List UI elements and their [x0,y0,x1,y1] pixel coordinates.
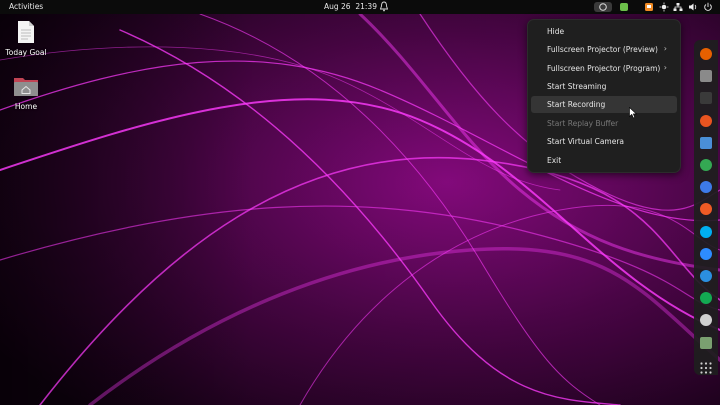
activities-button[interactable]: Activities [9,2,43,11]
menu-item-label: Fullscreen Projector (Program) [547,64,661,73]
skype-icon[interactable] [700,225,712,238]
app-green-icon[interactable] [619,2,629,12]
desktop-item-label: Today Goal [5,48,47,57]
clock[interactable]: Aug 26 21:39 [324,2,377,11]
menu-item-start-virtual-camera[interactable]: Start Virtual Camera [531,133,677,150]
home-folder-icon [14,78,38,96]
zoom-icon[interactable] [700,247,712,260]
menu-item-hide[interactable]: Hide [531,23,677,40]
menu-item-fullscreen-projector-program[interactable]: Fullscreen Projector (Program) › [531,60,677,77]
menu-item-label: Start Virtual Camera [547,137,625,146]
menu-item-label: Exit [547,156,562,165]
software-icon[interactable] [700,114,712,127]
menu-item-start-streaming[interactable]: Start Streaming [531,78,677,95]
date-label: Aug 26 [324,2,351,11]
obs-icon[interactable] [594,2,612,12]
show-apps-icon[interactable] [700,359,712,374]
alarm-icon[interactable] [380,1,388,12]
trash-icon[interactable] [700,336,712,349]
menu-item-exit[interactable]: Exit [531,152,677,169]
obs-tray-menu: Hide Fullscreen Projector (Preview) › Fu… [527,19,681,173]
menu-item-label: Start Replay Buffer [547,119,619,128]
chevron-right-icon: › [663,44,667,53]
postman-icon[interactable] [700,203,712,216]
top-bar: Activities Aug 26 21:39 [0,0,720,14]
menu-item-fullscreen-projector-preview[interactable]: Fullscreen Projector (Preview) › [531,41,677,58]
chevron-right-icon: › [663,63,667,72]
network-icon[interactable] [673,2,683,12]
chrome-icon[interactable] [700,159,712,171]
menu-item-label: Hide [547,27,565,36]
firefox-icon[interactable] [700,48,712,60]
power-icon[interactable] [703,2,713,12]
menu-item-label: Fullscreen Projector (Preview) [547,45,658,54]
obs-studio-icon[interactable] [700,314,712,327]
desktop-item-today-goal[interactable]: Today Goal [0,20,54,57]
files-icon[interactable] [700,70,712,83]
mongodb-compass-icon[interactable] [700,292,712,305]
volume-icon[interactable] [688,2,698,12]
terminal-icon[interactable] [700,92,712,105]
mouse-cursor-icon [629,107,637,119]
desktop-item-label: Home [14,102,38,111]
menu-item-start-replay-buffer: Start Replay Buffer [531,115,677,132]
dock [694,40,718,375]
menu-item-label: Start Streaming [547,82,607,91]
desktop-item-home[interactable]: Home [0,74,54,111]
time-label: 21:39 [355,2,377,11]
chromium-icon[interactable] [700,181,712,194]
document-icon [18,21,34,43]
vscode-icon[interactable] [700,270,712,282]
text-editor-icon[interactable] [700,136,712,149]
weather-icon[interactable] [659,2,669,12]
app-orange-icon[interactable] [644,2,654,12]
menu-item-start-recording[interactable]: Start Recording [531,96,677,113]
menu-item-label: Start Recording [547,100,606,109]
